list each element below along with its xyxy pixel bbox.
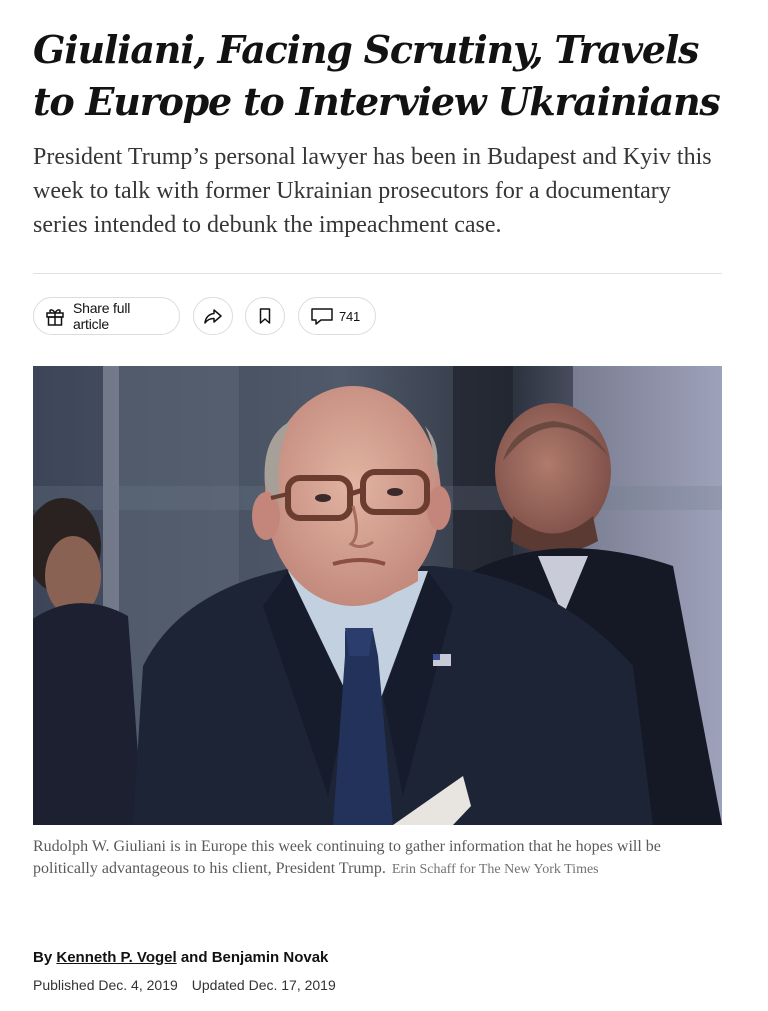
byline: By Kenneth P. Vogel and Benjamin Novak [33, 949, 328, 966]
share-full-article-button[interactable]: Share full article [33, 297, 180, 335]
lead-photo [33, 366, 722, 825]
share-button[interactable] [193, 297, 233, 335]
published-date: Published Dec. 4, 2019 [33, 977, 178, 993]
comment-count: 741 [339, 308, 361, 324]
author-benjamin-novak: Benjamin Novak [211, 949, 329, 966]
divider [33, 273, 722, 274]
byline-joiner: and [180, 949, 208, 966]
gift-icon [44, 305, 66, 327]
article-summary: President Trump’s personal lawyer has be… [33, 144, 712, 238]
author-link-kenneth-vogel[interactable]: Kenneth P. Vogel [56, 949, 176, 966]
save-bookmark-button[interactable] [245, 297, 285, 335]
comments-button[interactable]: 741 [298, 297, 376, 335]
timestamps: Published Dec. 4, 2019 Updated Dec. 17, 2… [33, 977, 336, 993]
bookmark-icon [255, 306, 275, 326]
updated-date: Updated Dec. 17, 2019 [191, 977, 336, 993]
byline-prefix: By [33, 949, 53, 966]
photo-credit: Erin Schaff for The New York Times [391, 862, 599, 877]
photo-caption: Rudolph W. Giuliani is in Europe this we… [33, 836, 722, 881]
share-full-article-label: Share full article [73, 300, 131, 332]
speech-bubble-icon [310, 306, 334, 326]
share-arrow-icon [202, 305, 224, 327]
headline: Giuliani, Facing Scrutiny, Travels to Eu… [33, 27, 721, 124]
share-toolbar: Share full article 741 [33, 297, 722, 337]
